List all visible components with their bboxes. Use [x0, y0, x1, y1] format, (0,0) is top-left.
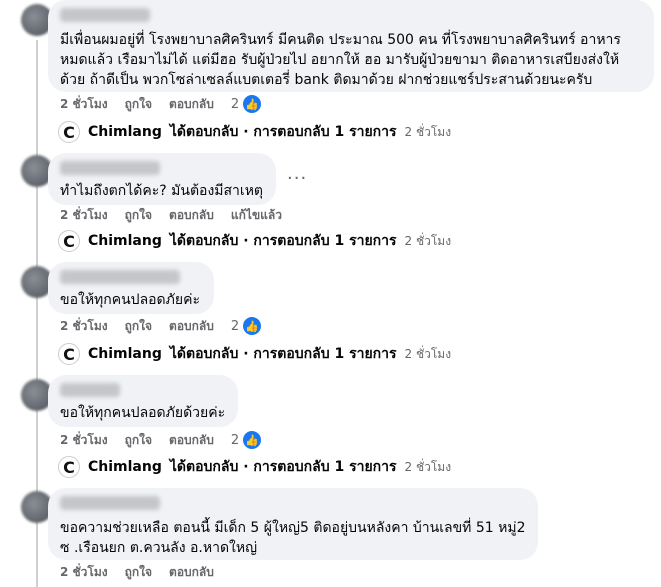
comment-bubble: ขอให้ทุกคนปลอดภัยค่ะ [48, 262, 214, 314]
comment-actions: 2 ชั่วโมง ถูกใจ ตอบกลับ แก้ไขแล้ว [60, 207, 282, 223]
more-options-icon[interactable]: ··· [287, 168, 307, 189]
comment-time[interactable]: 2 ชั่วโมง [60, 563, 108, 582]
commenter-name-blurred[interactable] [60, 270, 180, 284]
reply-button[interactable]: ตอบกลับ [169, 431, 214, 450]
comment-time[interactable]: 2 ชั่วโมง [60, 431, 108, 450]
page-reply-row[interactable]: C Chimlang ได้ตอบกลับ · การตอบกลับ 1 ราย… [58, 121, 451, 143]
reaction-count[interactable]: 2 👍 [231, 316, 263, 336]
page-reply-row[interactable]: C Chimlang ได้ตอบกลับ · การตอบกลับ 1 ราย… [58, 343, 451, 365]
like-button[interactable]: ถูกใจ [125, 431, 152, 450]
chimlang-logo-icon: C [58, 456, 80, 478]
reply-button[interactable]: ตอบกลับ [169, 563, 214, 582]
like-button[interactable]: ถูกใจ [125, 95, 152, 114]
page-reply-name: Chimlang [88, 124, 162, 140]
page-reply-name: Chimlang [88, 346, 162, 362]
thumbs-up-icon: 👍 [242, 430, 263, 450]
page-reply-row[interactable]: C Chimlang ได้ตอบกลับ · การตอบกลับ 1 ราย… [58, 456, 451, 478]
comment-bubble: ทำไมถึงตกได้คะ? มันต้องมีสาเหตุ [48, 153, 276, 205]
comment-bubble: มีเพื่อนผมอยู่ที่ โรงพยาบาลศิครินทร์ มีค… [48, 0, 654, 92]
chimlang-logo-icon: C [58, 343, 80, 365]
page-reply-name: Chimlang [88, 233, 162, 249]
reaction-count[interactable]: 2 👍 [231, 430, 263, 450]
reply-button[interactable]: ตอบกลับ [169, 317, 214, 336]
like-button[interactable]: ถูกใจ [125, 563, 152, 582]
like-button[interactable]: ถูกใจ [125, 317, 152, 336]
page-reply-text: ได้ตอบกลับ · การตอบกลับ 1 รายการ [169, 124, 397, 140]
edited-label[interactable]: แก้ไขแล้ว [231, 206, 282, 225]
reply-button[interactable]: ตอบกลับ [169, 95, 214, 114]
comment-text: ทำไมถึงตกได้คะ? มันต้องมีสาเหตุ [60, 183, 264, 199]
page-reply-time: 2 ชั่วโมง [404, 459, 452, 474]
comment-bubble: ขอให้ทุกคนปลอดภัยด้วยค่ะ [48, 375, 238, 427]
comment-text: มีเพื่อนผมอยู่ที่ โรงพยาบาลศิครินทร์ มีค… [60, 32, 621, 88]
commenter-name-blurred[interactable] [60, 383, 120, 397]
comment-time[interactable]: 2 ชั่วโมง [60, 206, 108, 225]
thumbs-up-icon: 👍 [242, 316, 263, 336]
chimlang-logo-icon: C [58, 230, 80, 252]
reaction-count[interactable]: 2 👍 [231, 94, 263, 114]
comment-time[interactable]: 2 ชั่วโมง [60, 317, 108, 336]
page-reply-name: Chimlang [88, 459, 162, 475]
comment-bubble: ขอความช่วยเหลือ ตอนนี้ มีเด็ก 5 ผู้ใหญ่5… [48, 488, 538, 560]
reply-button[interactable]: ตอบกลับ [169, 206, 214, 225]
comment-actions: 2 ชั่วโมง ถูกใจ ตอบกลับ 2 👍 [60, 316, 263, 336]
commenter-name-blurred[interactable] [60, 8, 150, 22]
page-reply-text: ได้ตอบกลับ · การตอบกลับ 1 รายการ [169, 459, 397, 475]
thumbs-up-icon: 👍 [242, 94, 263, 114]
comment-time[interactable]: 2 ชั่วโมง [60, 95, 108, 114]
page-reply-row[interactable]: C Chimlang ได้ตอบกลับ · การตอบกลับ 1 ราย… [58, 230, 451, 252]
comment-text: ขอให้ทุกคนปลอดภัยด้วยค่ะ [60, 405, 226, 421]
commenter-name-blurred[interactable] [60, 161, 160, 175]
comment-text: ขอให้ทุกคนปลอดภัยค่ะ [60, 292, 200, 308]
page-reply-time: 2 ชั่วโมง [404, 233, 452, 248]
comment-text: ขอความช่วยเหลือ ตอนนี้ มีเด็ก 5 ผู้ใหญ่5… [60, 520, 530, 556]
comment-actions: 2 ชั่วโมง ถูกใจ ตอบกลับ 2 👍 [60, 430, 263, 450]
page-reply-time: 2 ชั่วโมง [404, 124, 452, 139]
comment-actions: 2 ชั่วโมง ถูกใจ ตอบกลับ 2 👍 [60, 94, 263, 114]
page-reply-text: ได้ตอบกลับ · การตอบกลับ 1 รายการ [169, 346, 397, 362]
chimlang-logo-icon: C [58, 121, 80, 143]
comment-actions: 2 ชั่วโมง ถูกใจ ตอบกลับ [60, 564, 214, 580]
page-reply-text: ได้ตอบกลับ · การตอบกลับ 1 รายการ [169, 233, 397, 249]
commenter-name-blurred[interactable] [60, 496, 160, 510]
like-button[interactable]: ถูกใจ [125, 206, 152, 225]
page-reply-time: 2 ชั่วโมง [404, 346, 452, 361]
